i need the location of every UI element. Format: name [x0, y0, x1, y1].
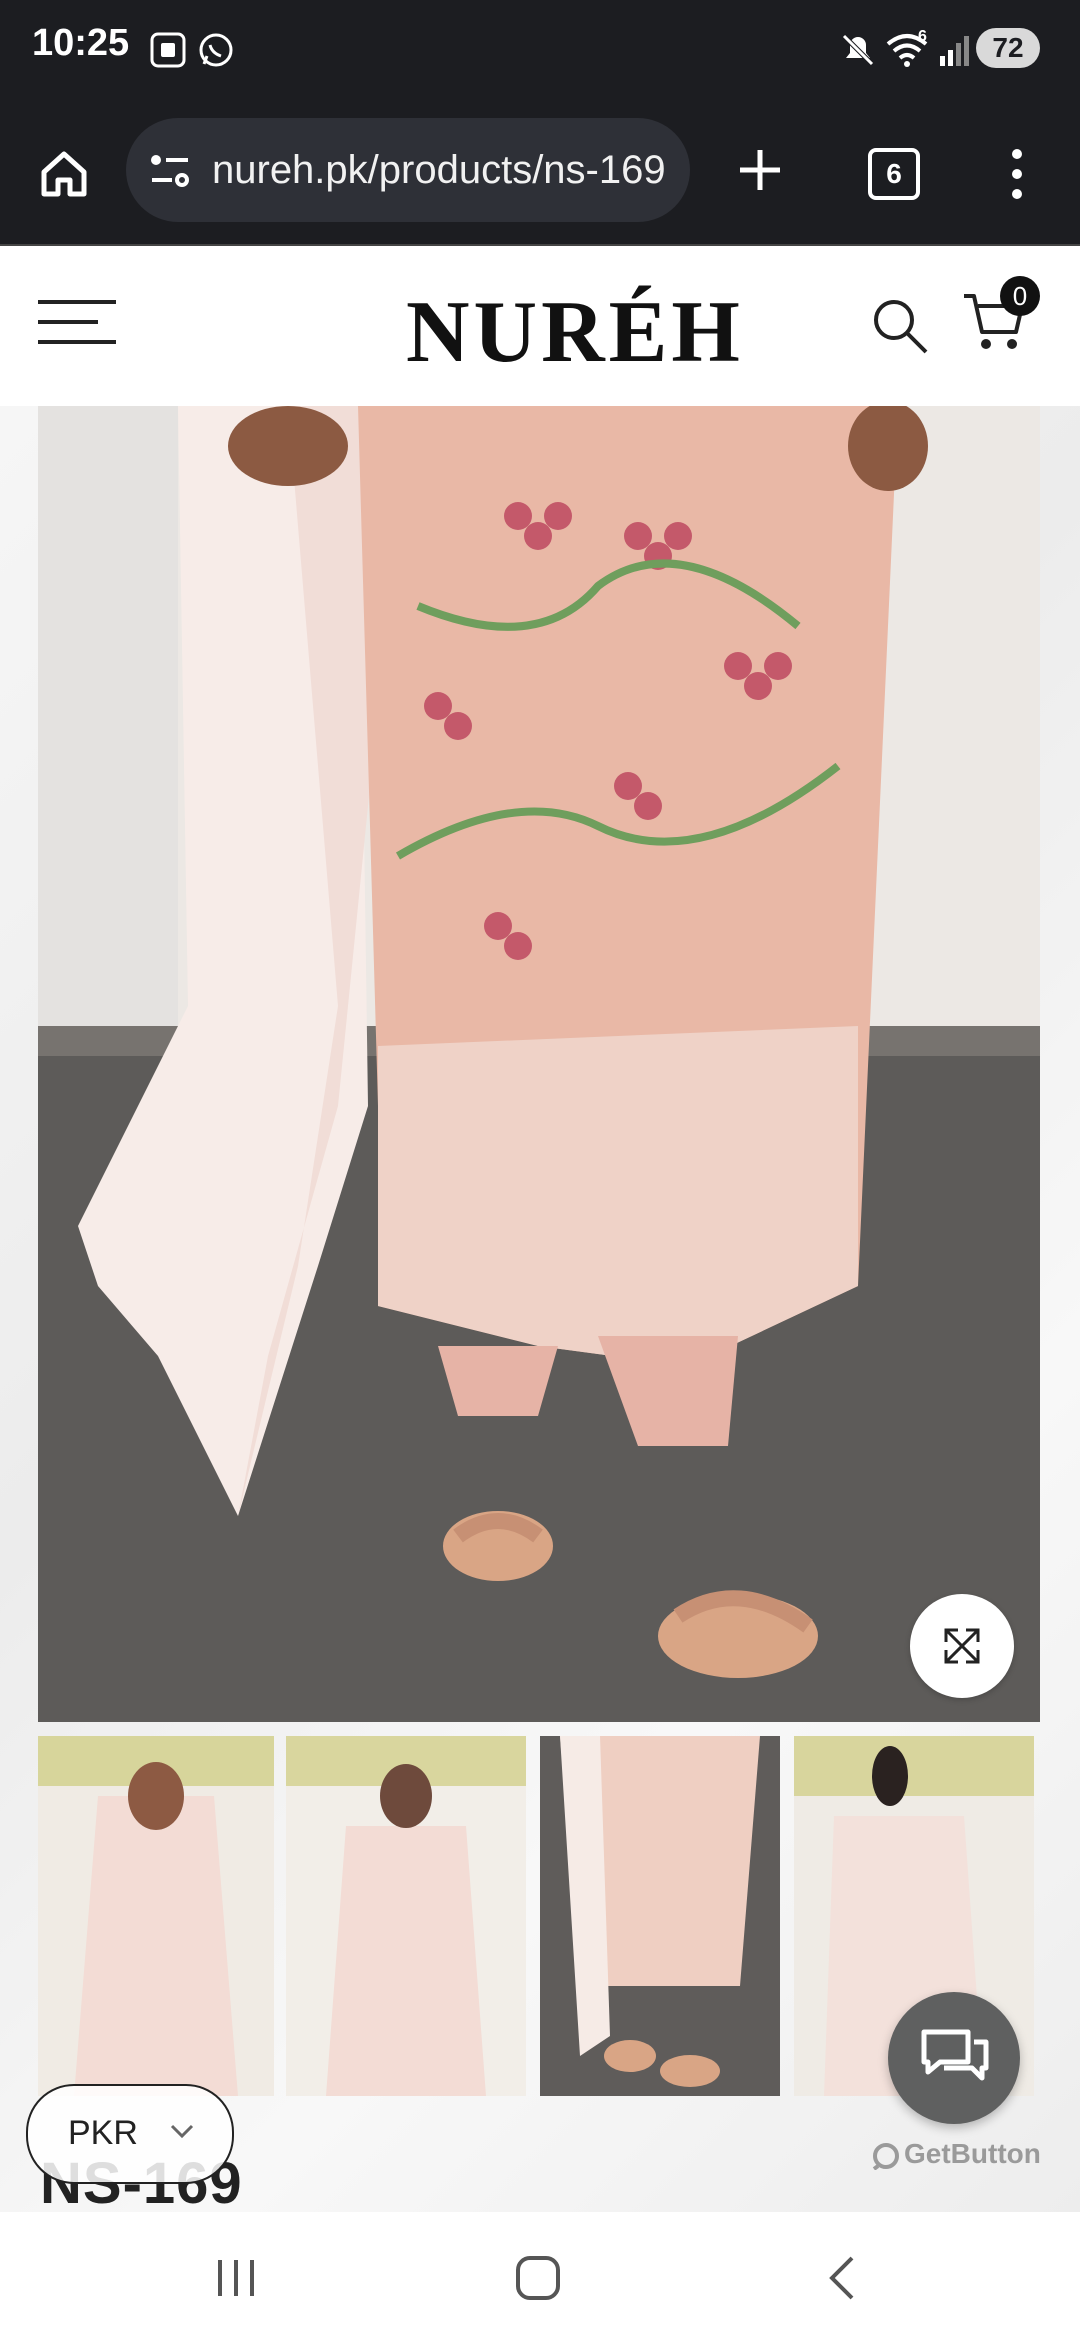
search-icon[interactable] [870, 296, 930, 356]
status-time: 10:25 [32, 22, 130, 64]
hamburger-icon[interactable] [38, 298, 118, 348]
site-header: NURÉH 0 [0, 246, 1080, 406]
getbutton-label[interactable]: GetButton [872, 2138, 1041, 2171]
expand-icon [944, 1628, 980, 1664]
home-nav-icon[interactable] [514, 2254, 562, 2302]
screenshot-icon [150, 32, 186, 68]
home-icon[interactable] [36, 146, 92, 202]
network-badge: 6 [918, 28, 927, 45]
chat-button[interactable] [888, 1992, 1020, 2124]
more-vert-icon[interactable] [1002, 146, 1032, 202]
hero-illustration [38, 406, 1040, 1722]
tune-icon[interactable] [148, 150, 192, 190]
product-thumbnail-1[interactable] [38, 1736, 274, 2096]
browser-toolbar: nureh.pk/products/ns-169 6 [0, 104, 1080, 246]
getbutton-logo-icon [872, 2142, 899, 2171]
signal-icon [940, 36, 969, 66]
thumbnail-image [38, 1736, 274, 2096]
recent-apps-icon[interactable] [214, 2256, 258, 2300]
currency-selector[interactable]: PKR [26, 2084, 234, 2184]
currency-label: PKR [68, 2114, 138, 2152]
site-logo[interactable]: NURÉH [406, 282, 744, 383]
thumbnail-image [286, 1736, 526, 2096]
product-hero-image[interactable] [38, 406, 1040, 1722]
thumbnail-image [540, 1736, 780, 2096]
status-bar: 10:25 6 72 [0, 0, 1080, 104]
tabs-icon[interactable]: 6 [868, 148, 920, 200]
expand-image-button[interactable] [910, 1594, 1014, 1698]
mute-icon [842, 34, 874, 66]
battery-indicator: 72 [976, 28, 1040, 68]
product-thumbnail-2[interactable] [286, 1736, 526, 2096]
address-bar[interactable]: nureh.pk/products/ns-169 [126, 118, 690, 222]
plus-icon[interactable] [736, 146, 784, 194]
product-thumbnail-3[interactable] [540, 1736, 780, 2096]
whatsapp-icon [199, 33, 233, 67]
chevron-down-icon [170, 2124, 194, 2139]
system-navigation-bar [0, 2212, 1080, 2340]
chat-icon [921, 2029, 989, 2081]
url-text[interactable]: nureh.pk/products/ns-169 [212, 148, 682, 193]
cart-count-badge: 0 [1000, 276, 1040, 316]
getbutton-text: GetButton [904, 2138, 1041, 2169]
back-icon[interactable] [824, 2254, 860, 2302]
